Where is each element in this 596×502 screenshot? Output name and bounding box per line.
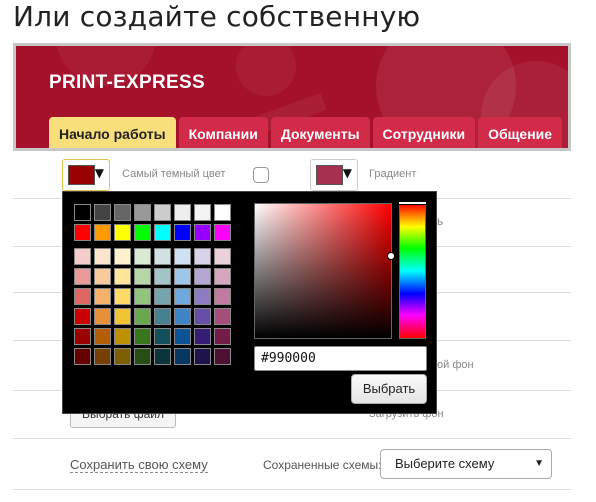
saturation-handle[interactable]	[387, 252, 395, 260]
gradient-checkbox[interactable]	[253, 167, 269, 183]
palette-swatch[interactable]	[154, 348, 171, 365]
dropdown-arrow-icon: ▼	[342, 166, 352, 180]
gradient-label: Градиент	[369, 168, 417, 180]
tab-companies[interactable]: Компании	[178, 117, 268, 148]
palette-swatch[interactable]	[94, 224, 111, 241]
partial-background-label: ой фон	[437, 359, 474, 371]
saved-schemes-select[interactable]: Выберите схему ▼	[380, 449, 552, 479]
palette-swatch[interactable]	[194, 204, 211, 221]
palette-swatch[interactable]	[214, 348, 231, 365]
darkest-color-label: Самый темный цвет	[122, 168, 226, 180]
hex-color-input[interactable]: #990000	[254, 346, 427, 371]
partial-option-label: ь	[437, 214, 444, 228]
hue-handle[interactable]	[398, 201, 427, 205]
palette-swatch[interactable]	[134, 328, 151, 345]
palette-swatch[interactable]	[194, 308, 211, 325]
palette-swatch[interactable]	[114, 328, 131, 345]
palette-swatch[interactable]	[214, 204, 231, 221]
palette-swatch[interactable]	[134, 248, 151, 265]
palette-swatch[interactable]	[94, 308, 111, 325]
palette-swatch[interactable]	[134, 224, 151, 241]
color-picker-popup: #990000 Выбрать	[62, 191, 437, 414]
darkest-color-chip	[68, 165, 95, 185]
palette-swatch[interactable]	[214, 288, 231, 305]
darkest-color-picker-button[interactable]: ▼	[62, 159, 110, 191]
palette-swatch[interactable]	[154, 288, 171, 305]
palette-swatch[interactable]	[74, 308, 91, 325]
divider	[13, 489, 571, 490]
palette-swatch[interactable]	[194, 248, 211, 265]
palette-swatch[interactable]	[174, 248, 191, 265]
palette-swatch[interactable]	[134, 348, 151, 365]
palette-swatch[interactable]	[194, 328, 211, 345]
palette-swatch[interactable]	[94, 288, 111, 305]
palette-swatch[interactable]	[154, 328, 171, 345]
page-title: Или создайте собственную	[13, 0, 421, 33]
palette-swatch[interactable]	[134, 288, 151, 305]
palette-swatch[interactable]	[194, 268, 211, 285]
palette-swatch[interactable]	[214, 248, 231, 265]
saved-schemes-label: Сохраненные схемы:	[263, 458, 382, 472]
preview-tabs: Начало работы Компании Документы Сотрудн…	[49, 117, 563, 148]
palette-swatch[interactable]	[94, 328, 111, 345]
palette-swatch[interactable]	[154, 268, 171, 285]
palette-swatch[interactable]	[114, 288, 131, 305]
tab-documents[interactable]: Документы	[270, 117, 370, 148]
palette-swatch[interactable]	[134, 308, 151, 325]
hue-slider[interactable]	[399, 203, 426, 339]
palette-swatch[interactable]	[194, 288, 211, 305]
theme-preview: PRINT-EXPRESS Начало работы Компании Док…	[13, 43, 571, 151]
gradient-color-chip	[316, 165, 343, 185]
tab-communication[interactable]: Общение	[478, 117, 563, 148]
palette-swatch[interactable]	[214, 328, 231, 345]
palette-swatch[interactable]	[174, 348, 191, 365]
palette-swatch[interactable]	[114, 224, 131, 241]
brand-logo-text: PRINT-EXPRESS	[49, 72, 205, 93]
palette-swatch[interactable]	[174, 288, 191, 305]
palette-swatch[interactable]	[114, 204, 131, 221]
palette-swatch[interactable]	[154, 224, 171, 241]
palette-swatch[interactable]	[74, 204, 91, 221]
caret-down-icon: ▼	[534, 458, 544, 469]
save-scheme-link[interactable]: Сохранить свою схему	[70, 457, 208, 473]
palette-swatch[interactable]	[154, 248, 171, 265]
palette-swatch[interactable]	[154, 308, 171, 325]
palette-swatch[interactable]	[74, 348, 91, 365]
palette-swatch[interactable]	[94, 348, 111, 365]
palette-swatch[interactable]	[114, 308, 131, 325]
palette-swatch[interactable]	[214, 308, 231, 325]
palette-swatch[interactable]	[114, 268, 131, 285]
palette-swatch[interactable]	[74, 328, 91, 345]
choose-color-button[interactable]: Выбрать	[351, 374, 427, 404]
palette-swatch[interactable]	[174, 328, 191, 345]
palette-swatch[interactable]	[134, 204, 151, 221]
saturation-brightness-field[interactable]	[254, 203, 392, 339]
palette-swatch[interactable]	[94, 268, 111, 285]
palette-swatch[interactable]	[194, 348, 211, 365]
divider	[13, 438, 571, 439]
tab-employees[interactable]: Сотрудники	[372, 117, 476, 148]
palette-swatch[interactable]	[74, 248, 91, 265]
palette-swatch[interactable]	[114, 348, 131, 365]
saved-schemes-select-value: Выберите схему	[395, 456, 495, 471]
palette-swatch[interactable]	[134, 268, 151, 285]
palette-swatch[interactable]	[114, 248, 131, 265]
palette-swatch[interactable]	[154, 204, 171, 221]
palette-swatch[interactable]	[74, 288, 91, 305]
palette-swatch[interactable]	[174, 308, 191, 325]
palette-swatch[interactable]	[74, 224, 91, 241]
palette-swatch[interactable]	[174, 204, 191, 221]
palette-swatch[interactable]	[74, 268, 91, 285]
gradient-color-picker-button[interactable]: ▼	[310, 159, 358, 191]
palette-swatch[interactable]	[94, 204, 111, 221]
dropdown-arrow-icon: ▼	[94, 166, 104, 180]
palette-swatch[interactable]	[174, 224, 191, 241]
palette-swatch[interactable]	[174, 268, 191, 285]
tab-start[interactable]: Начало работы	[49, 117, 176, 148]
palette-swatch[interactable]	[214, 268, 231, 285]
palette-swatch[interactable]	[194, 224, 211, 241]
palette-swatch[interactable]	[214, 224, 231, 241]
palette-swatch[interactable]	[94, 248, 111, 265]
